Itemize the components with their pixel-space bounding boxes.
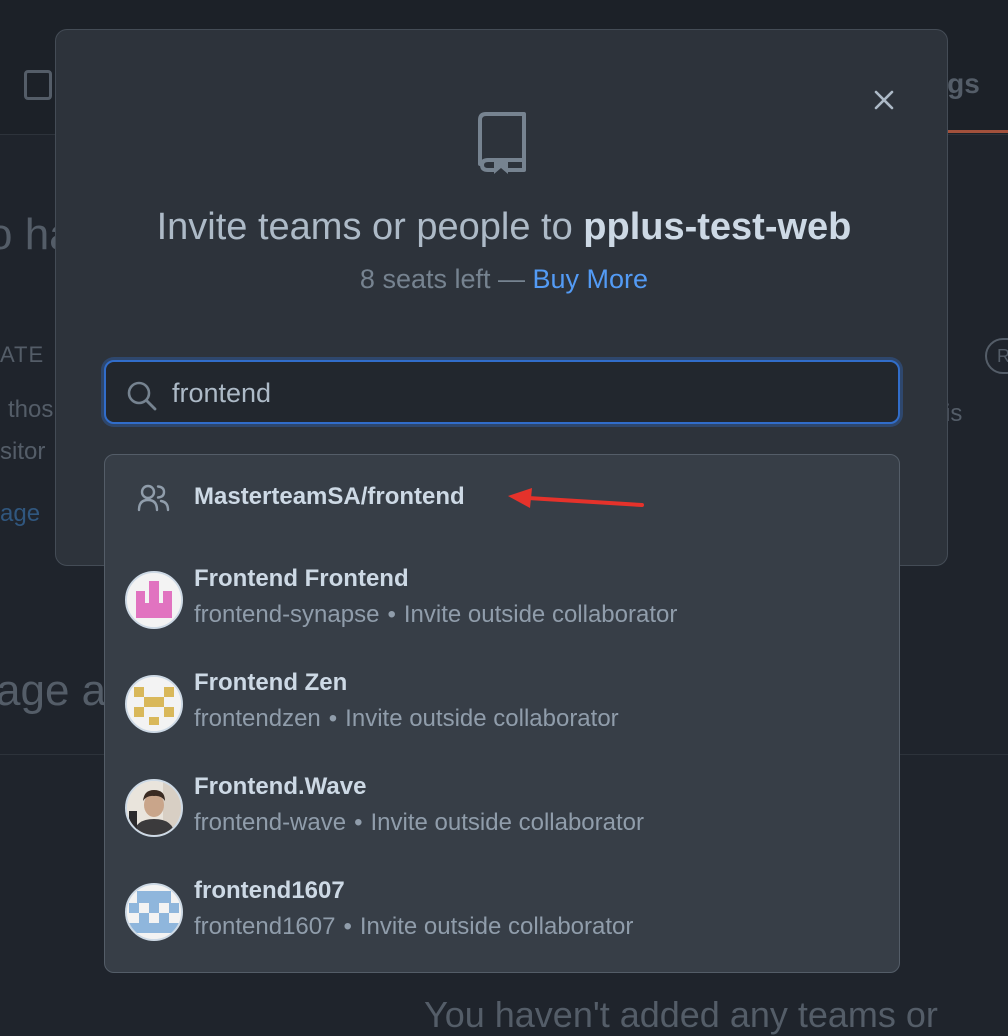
background-link: age [0,500,41,527]
background-empty-state: You haven't added any teams or [424,994,938,1035]
user-subtitle: frontend-wave • Invite outside collaborato… [194,809,644,837]
search-results-list: MasterteamSA/frontend Frontend Frontend … [104,454,900,973]
user-action: Invite outside collaborator [359,913,634,940]
search-icon [127,381,157,411]
seats-remaining: 8 seats left — Buy More [0,264,1008,295]
user-action: Invite outside collaborator [403,601,678,628]
result-team-masterteamsa-frontend[interactable]: MasterteamSA/frontend [105,455,899,543]
people-icon [137,484,170,512]
identicon-avatar [127,885,181,939]
result-user-row[interactable]: frontend1607 frontend1607 • Invite outside… [105,873,899,972]
user-display-name: Frontend Zen [194,669,348,696]
user-login: frontend-wave [194,809,347,836]
close-icon[interactable] [870,86,898,114]
result-user-row[interactable]: Frontend Zen frontendzen • Invite outside … [105,665,899,769]
separator-dot: • [387,601,396,628]
search-input[interactable] [170,372,874,414]
dialog-title: Invite teams or people to pplus-test-web [0,206,1008,249]
buy-more-link[interactable]: Buy More [533,264,649,294]
avatar [125,675,183,733]
separator-dot: • [354,809,363,836]
repo-icon [478,112,526,174]
background-text: thos [8,396,54,423]
seats-text: 8 seats left — [359,264,525,294]
identicon-avatar [127,677,181,731]
user-login: frontendzen [194,705,321,732]
separator-dot: • [343,913,352,940]
user-login: frontend-synapse [194,601,380,628]
team-name: MasterteamSA/frontend [194,483,465,510]
user-display-name: Frontend Frontend [194,565,409,592]
user-subtitle: frontendzen • Invite outside collaborator [194,705,619,733]
avatar [125,779,183,837]
result-user-row[interactable]: Frontend Frontend frontend-synapse • Invit… [105,561,899,665]
background-manage-heading: age a [0,666,107,715]
photo-avatar [127,781,181,835]
background-section-label: ATE [0,342,45,367]
background-text: sitor [0,438,46,465]
avatar [125,571,183,629]
user-login: frontend1607 [194,913,336,940]
background-tab-underline [948,130,1008,133]
dialog-title-prefix: Invite teams or people to [156,206,584,248]
user-display-name: frontend1607 [194,877,345,904]
user-action: Invite outside collaborator [345,705,619,732]
result-user-row[interactable]: Frontend.Wave frontend-wave • Invite outsi… [105,769,899,873]
user-display-name: Frontend.Wave [194,773,367,800]
identicon-avatar [127,573,181,627]
project-board-icon [24,70,52,100]
user-action: Invite outside collaborator [370,809,645,836]
separator-dot: • [328,705,338,732]
search-field[interactable] [104,360,900,424]
background-pill: R [985,338,1008,374]
user-subtitle: frontend-synapse • Invite outside collabor… [194,601,677,629]
repo-name: pplus-test-web [583,206,852,248]
user-subtitle: frontend1607 • Invite outside collaborator [194,913,633,941]
avatar [125,883,183,941]
